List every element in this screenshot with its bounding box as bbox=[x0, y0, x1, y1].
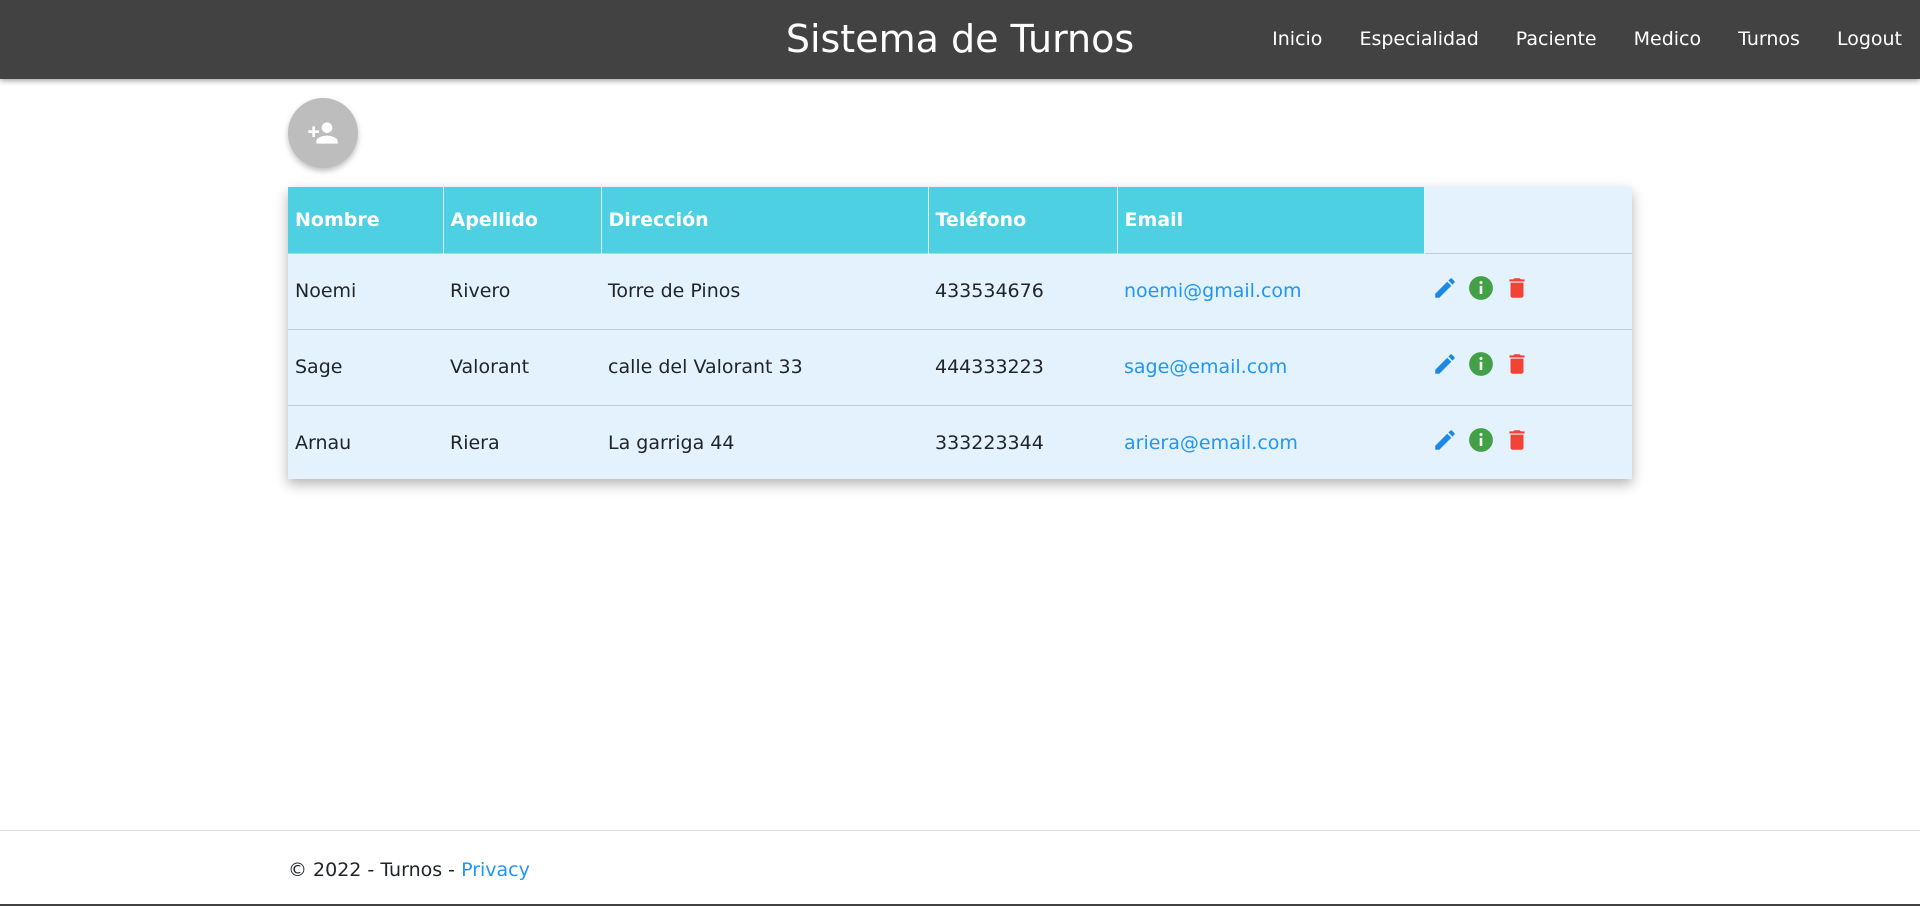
patients-table: Nombre Apellido Dirección Teléfono Email… bbox=[288, 187, 1632, 481]
privacy-link[interactable]: Privacy bbox=[461, 859, 530, 881]
delete-icon[interactable] bbox=[1504, 427, 1530, 453]
edit-icon[interactable] bbox=[1432, 275, 1458, 301]
nav-links: Inicio Especialidad Paciente Medico Turn… bbox=[1272, 27, 1902, 51]
nav-paciente[interactable]: Paciente bbox=[1516, 27, 1597, 51]
table-row: Arnau Riera La garriga 44 333223344 arie… bbox=[288, 404, 1632, 481]
cell-nombre: Sage bbox=[288, 328, 443, 405]
copyright-text: © 2022 - Turnos - bbox=[288, 859, 462, 881]
header-email: Email bbox=[1117, 187, 1425, 253]
nav-especialidad[interactable]: Especialidad bbox=[1359, 27, 1478, 51]
header-actions bbox=[1424, 187, 1632, 253]
navbar: Sistema de Turnos Inicio Especialidad Pa… bbox=[0, 0, 1920, 79]
nav-turnos[interactable]: Turnos bbox=[1738, 27, 1800, 51]
cell-apellido: Rivero bbox=[443, 252, 601, 329]
edit-icon[interactable] bbox=[1432, 351, 1458, 377]
cell-direccion: La garriga 44 bbox=[601, 404, 928, 481]
delete-icon[interactable] bbox=[1504, 275, 1530, 301]
cell-nombre: Noemi bbox=[288, 252, 443, 329]
cell-nombre: Arnau bbox=[288, 404, 443, 481]
email-link[interactable]: ariera@email.com bbox=[1124, 432, 1298, 454]
header-apellido: Apellido bbox=[443, 187, 602, 253]
header-telefono: Teléfono bbox=[928, 187, 1118, 253]
table-header-row: Nombre Apellido Dirección Teléfono Email bbox=[288, 187, 1632, 253]
nav-medico[interactable]: Medico bbox=[1634, 27, 1702, 51]
edit-icon[interactable] bbox=[1432, 427, 1458, 453]
cell-actions bbox=[1424, 252, 1632, 329]
person-add-icon bbox=[308, 122, 338, 144]
patients-table-card: Nombre Apellido Dirección Teléfono Email… bbox=[288, 187, 1632, 481]
cell-apellido: Valorant bbox=[443, 328, 601, 405]
add-patient-button[interactable] bbox=[288, 98, 358, 168]
info-icon[interactable] bbox=[1468, 427, 1494, 453]
footer: © 2022 - Turnos - Privacy bbox=[0, 830, 1920, 906]
cell-telefono: 444333223 bbox=[928, 328, 1117, 405]
cell-telefono: 433534676 bbox=[928, 252, 1117, 329]
cell-email: noemi@gmail.com bbox=[1117, 252, 1424, 329]
delete-icon[interactable] bbox=[1504, 351, 1530, 377]
cell-email: sage@email.com bbox=[1117, 328, 1424, 405]
cell-apellido: Riera bbox=[443, 404, 601, 481]
cell-actions bbox=[1424, 404, 1632, 481]
header-nombre: Nombre bbox=[288, 187, 444, 253]
cell-telefono: 333223344 bbox=[928, 404, 1117, 481]
cell-email: ariera@email.com bbox=[1117, 404, 1424, 481]
cell-actions bbox=[1424, 328, 1632, 405]
table-row: Sage Valorant calle del Valorant 33 4443… bbox=[288, 328, 1632, 405]
email-link[interactable]: sage@email.com bbox=[1124, 356, 1287, 378]
info-icon[interactable] bbox=[1468, 275, 1494, 301]
cell-direccion: Torre de Pinos bbox=[601, 252, 928, 329]
footer-text: © 2022 - Turnos - Privacy bbox=[288, 859, 530, 881]
nav-inicio[interactable]: Inicio bbox=[1272, 27, 1322, 51]
header-direccion: Dirección bbox=[601, 187, 929, 253]
nav-logout[interactable]: Logout bbox=[1837, 27, 1902, 51]
email-link[interactable]: noemi@gmail.com bbox=[1124, 280, 1302, 302]
info-icon[interactable] bbox=[1468, 351, 1494, 377]
table-row: Noemi Rivero Torre de Pinos 433534676 no… bbox=[288, 252, 1632, 329]
cell-direccion: calle del Valorant 33 bbox=[601, 328, 928, 405]
